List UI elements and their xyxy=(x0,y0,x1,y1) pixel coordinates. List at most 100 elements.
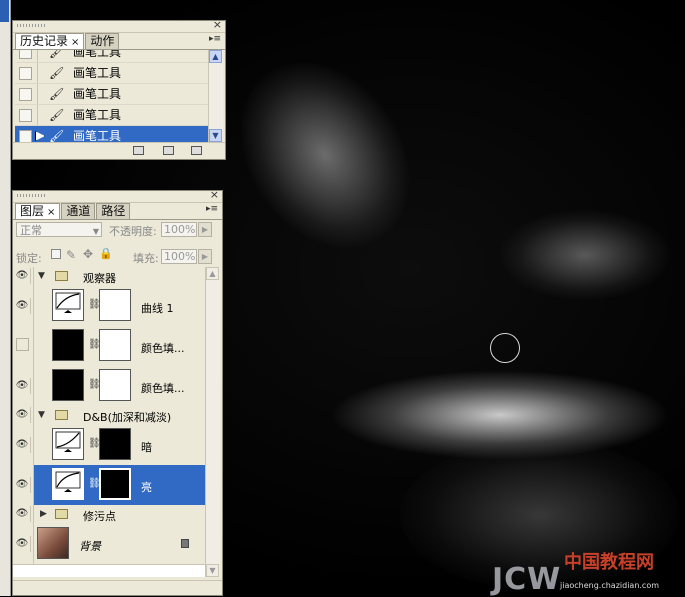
chevron-down-icon: ▼ xyxy=(92,227,99,236)
tab-actions[interactable]: 动作 xyxy=(85,33,120,49)
layer-mask-thumbnail[interactable] xyxy=(99,369,131,401)
eye-hidden-icon xyxy=(16,338,29,351)
layer-group-row[interactable]: 👁 ▶ 修污点 xyxy=(13,505,206,525)
visibility-toggle[interactable]: 👁 xyxy=(13,406,34,425)
visibility-toggle[interactable]: 👁 xyxy=(13,505,34,524)
layer-name: 亮 xyxy=(141,481,152,494)
layer-name: 曲线 1 xyxy=(141,302,174,315)
link-chain-icon[interactable]: ⛓ xyxy=(88,379,101,393)
history-item-label: 画笔工具 xyxy=(73,87,122,101)
layer-row[interactable]: 👁 背景 xyxy=(13,524,206,565)
blend-mode-select[interactable]: 正常 ▼ xyxy=(16,222,102,237)
history-item[interactable]: 🖌 画笔工具 xyxy=(15,105,211,126)
visibility-toggle[interactable]: 👁 xyxy=(13,425,34,465)
eye-icon: 👁 xyxy=(14,437,31,453)
scroll-up-icon[interactable]: ▲ xyxy=(209,50,222,63)
close-icon[interactable]: × xyxy=(47,207,55,218)
layer-row-selected[interactable]: 👁 ⛓ 亮 xyxy=(13,465,206,506)
expand-triangle-icon[interactable]: ▼ xyxy=(38,410,45,420)
brush-icon: 🖌 xyxy=(49,87,65,101)
fill-slider-button[interactable]: ▶ xyxy=(198,249,212,264)
collapse-triangle-icon[interactable]: ▶ xyxy=(40,509,47,519)
history-panel-tabs: 历史记录 × 动作 ▸≡ xyxy=(13,33,225,50)
tab-history[interactable]: 历史记录 × xyxy=(15,33,85,49)
opacity-label: 不透明度: xyxy=(109,225,157,238)
panel-menu-icon[interactable]: ▸≡ xyxy=(206,204,218,214)
layer-mask-thumbnail[interactable] xyxy=(99,428,131,460)
layer-mask-thumbnail[interactable] xyxy=(99,329,131,361)
snapshot-checkbox[interactable] xyxy=(19,67,32,80)
fill-label: 填充: xyxy=(133,252,159,265)
brush-cursor xyxy=(490,333,520,363)
layers-panel-titlebar[interactable]: × xyxy=(13,189,222,203)
history-panel-titlebar[interactable]: × xyxy=(13,19,225,33)
link-chain-icon[interactable]: ⛓ xyxy=(88,299,101,313)
lock-all-icon[interactable]: 🔒 xyxy=(99,247,113,260)
link-chain-icon[interactable]: ⛓ xyxy=(88,339,101,353)
history-item[interactable]: 🖌 画笔工具 xyxy=(15,84,211,105)
tab-layers[interactable]: 图层 × xyxy=(15,203,61,219)
link-chain-icon[interactable]: ⛓ xyxy=(88,478,101,492)
layer-name: 颜色填... xyxy=(141,342,185,355)
curves-thumbnail xyxy=(52,428,84,460)
fill-thumbnail xyxy=(52,369,84,401)
history-state-marker-icon[interactable] xyxy=(35,131,45,141)
camera-snapshot-icon[interactable] xyxy=(163,146,174,155)
scroll-up-icon[interactable]: ▲ xyxy=(206,267,219,280)
snapshot-checkbox[interactable] xyxy=(19,109,32,122)
layers-scrollbar[interactable]: ▲ ▼ xyxy=(205,267,220,577)
close-icon[interactable]: × xyxy=(213,19,222,31)
layer-name: 暗 xyxy=(141,441,152,454)
tab-channels[interactable]: 通道 xyxy=(61,203,96,219)
opacity-slider-button[interactable]: ▶ xyxy=(198,222,212,237)
snapshot-checkbox[interactable] xyxy=(19,88,32,101)
eye-icon: 👁 xyxy=(14,378,31,394)
link-chain-icon[interactable]: ⛓ xyxy=(88,438,101,452)
expand-triangle-icon[interactable]: ▼ xyxy=(38,271,45,281)
fill-input[interactable]: 100% xyxy=(161,249,197,264)
new-document-from-state-icon[interactable] xyxy=(133,146,144,155)
visibility-toggle[interactable]: 👁 xyxy=(13,524,34,564)
eye-icon: 👁 xyxy=(14,536,31,552)
close-icon[interactable]: × xyxy=(71,37,79,48)
layer-options: 正常 ▼ 不透明度: 100% ▶ 锁定: ✎ ✥ 🔒 填充: 100% ▶ xyxy=(13,219,222,267)
layer-row[interactable]: 👁 ⛓ 颜色填... xyxy=(13,366,206,407)
layer-row[interactable]: 👁 ⛓ 暗 xyxy=(13,425,206,466)
panel-menu-icon[interactable]: ▸≡ xyxy=(209,34,221,44)
layer-row[interactable]: 👁 ⛓ 曲线 1 xyxy=(13,286,206,327)
history-scrollbar[interactable]: ▲ ▼ xyxy=(208,50,223,142)
layer-name: D&B(加深和减淡) xyxy=(83,411,172,424)
watermark-cn-text: 中国教程网 xyxy=(564,552,654,573)
layer-group-row[interactable]: 👁 ▼ 观察器 xyxy=(13,267,206,287)
history-item[interactable]: 🖌 画笔工具 xyxy=(15,50,211,63)
history-list: 🖌 画笔工具 🖌 画笔工具 🖌 画笔工具 🖌 画笔工具 🖌 画笔工具 xyxy=(15,50,211,142)
lock-image-icon[interactable]: ✎ xyxy=(66,248,76,262)
folder-icon xyxy=(55,410,68,420)
eye-icon: 👁 xyxy=(14,477,31,493)
trash-icon[interactable] xyxy=(191,146,202,155)
history-item-selected[interactable]: 🖌 画笔工具 xyxy=(15,126,211,142)
layer-group-row[interactable]: 👁 ▼ D&B(加深和减淡) xyxy=(13,406,206,426)
visibility-toggle[interactable]: 👁 xyxy=(13,267,34,286)
history-footer xyxy=(13,142,225,159)
snapshot-checkbox[interactable] xyxy=(19,130,32,142)
scroll-down-icon[interactable]: ▼ xyxy=(206,564,219,577)
scroll-down-icon[interactable]: ▼ xyxy=(209,129,222,142)
layer-row[interactable]: ⛓ 颜色填... xyxy=(13,326,206,367)
close-icon[interactable]: × xyxy=(210,189,219,201)
layers-panel-tabs: 图层 × 通道 路径 ▸≡ xyxy=(13,203,222,220)
opacity-input[interactable]: 100% xyxy=(161,222,197,237)
layer-mask-thumbnail[interactable] xyxy=(99,468,131,500)
layer-mask-thumbnail[interactable] xyxy=(99,289,131,321)
watermark-url-text: jiaocheng.chazidian.com xyxy=(560,581,660,590)
visibility-toggle[interactable] xyxy=(13,326,34,366)
lock-position-icon[interactable]: ✥ xyxy=(83,247,93,261)
history-item-label: 画笔工具 xyxy=(73,50,122,59)
lock-transparent-icon[interactable] xyxy=(51,249,61,259)
history-item[interactable]: 🖌 画笔工具 xyxy=(15,63,211,84)
tab-paths[interactable]: 路径 xyxy=(96,203,131,219)
visibility-toggle[interactable]: 👁 xyxy=(13,366,34,406)
visibility-toggle[interactable]: 👁 xyxy=(13,286,34,326)
snapshot-checkbox[interactable] xyxy=(19,50,32,59)
visibility-toggle[interactable]: 👁 xyxy=(13,465,34,505)
